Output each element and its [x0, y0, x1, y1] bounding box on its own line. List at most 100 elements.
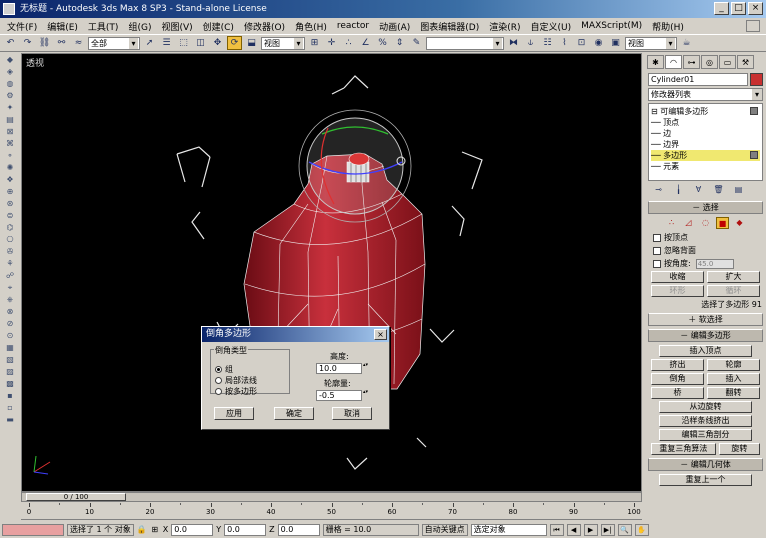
reactor-tool-15-icon[interactable]: ⌬ — [3, 223, 17, 232]
motion-tab-icon[interactable]: ◎ — [701, 55, 718, 69]
angle-snap-icon[interactable]: ∠ — [358, 36, 373, 50]
menu-create[interactable]: 创建(C) — [198, 20, 239, 33]
reactor-tool-7-icon[interactable]: ⊠ — [3, 127, 17, 136]
auto-key-button[interactable]: 自动关键点 — [421, 523, 468, 536]
material-editor-icon[interactable]: ◉ — [591, 36, 606, 50]
spinner-snap-icon[interactable]: ⇕ — [392, 36, 407, 50]
quick-render-icon[interactable]: ☕ — [679, 36, 694, 50]
vertex-level-icon[interactable]: ∴ — [665, 217, 678, 229]
reactor-tool-29-icon[interactable]: ▪ — [3, 391, 17, 400]
reactor-tool-13-icon[interactable]: ⊛ — [3, 199, 17, 208]
reactor-tool-1-icon[interactable]: ◆ — [3, 55, 17, 64]
grow-button[interactable]: 扩大 — [707, 271, 760, 283]
radio-local-normal-dot[interactable] — [215, 377, 222, 384]
undo-icon[interactable]: ↶ — [3, 36, 18, 50]
select-by-name-icon[interactable]: ☰ — [159, 36, 174, 50]
percent-snap-icon[interactable]: % — [375, 36, 390, 50]
stack-item-polygon[interactable]: ── 多边形 — [651, 150, 760, 161]
time-slider[interactable]: 0 / 100 — [21, 492, 642, 502]
curve-editor-icon[interactable]: ⌇ — [557, 36, 572, 50]
stack-item-edge[interactable]: ── 边 — [651, 128, 760, 139]
time-slider-thumb[interactable]: 0 / 100 — [26, 493, 126, 501]
edit-named-selection-icon[interactable]: ✎ — [409, 36, 424, 50]
retriangulate-button[interactable]: 重复三角算法 — [651, 443, 716, 455]
minimize-button[interactable]: _ — [714, 2, 729, 15]
select-object-icon[interactable]: ➚ — [142, 36, 157, 50]
snap-toggle-icon[interactable]: ∴ — [341, 36, 356, 50]
modify-tab-icon[interactable]: ◠ — [665, 55, 682, 69]
menu-character[interactable]: 角色(H) — [290, 20, 332, 33]
radio-by-polygon-dot[interactable] — [215, 388, 222, 395]
menu-group[interactable]: 组(G) — [123, 20, 156, 33]
menu-customize[interactable]: 自定义(U) — [526, 20, 577, 33]
zoom-icon[interactable]: 🔍 — [617, 523, 632, 536]
maxscript-listener-mini[interactable] — [2, 523, 64, 536]
y-coordinate-field[interactable]: 0.0 — [224, 523, 267, 536]
show-end-result-icon[interactable]: ╽ — [671, 185, 686, 197]
ring-button[interactable]: 环形 — [651, 285, 704, 297]
play-icon[interactable]: ▶ — [583, 523, 598, 536]
edit-geometry-rollout-header[interactable]: － 编辑几何体 — [648, 458, 763, 471]
select-scale-icon[interactable]: ⬓ — [244, 36, 259, 50]
soft-selection-rollout-header[interactable]: ＋ 软选择 — [648, 313, 763, 326]
menu-maxscript[interactable]: MAXScript(M) — [576, 21, 647, 31]
reactor-tool-26-icon[interactable]: ▧ — [3, 355, 17, 364]
render-scene-icon[interactable]: ▣ — [608, 36, 623, 50]
select-move-icon[interactable]: ✥ — [210, 36, 225, 50]
dialog-close-button[interactable]: × — [374, 329, 387, 340]
render-view-dropdown[interactable]: 视图 — [625, 36, 677, 50]
flip-button[interactable]: 翻转 — [707, 387, 760, 399]
reactor-tool-27-icon[interactable]: ▨ — [3, 367, 17, 376]
reactor-tool-19-icon[interactable]: ☍ — [3, 271, 17, 280]
reactor-tool-21-icon[interactable]: ⎈ — [3, 295, 17, 304]
schematic-view-icon[interactable]: ⊡ — [574, 36, 589, 50]
lock-selection-icon[interactable]: 🔒 — [137, 525, 147, 534]
pivot-center-icon[interactable]: ⊞ — [307, 36, 322, 50]
by-angle-box[interactable] — [653, 259, 661, 268]
edit-polygons-rollout-header[interactable]: － 编辑多边形 — [648, 329, 763, 342]
reactor-tool-25-icon[interactable]: ▦ — [3, 343, 17, 352]
selection-filter-dropdown[interactable]: 全部 — [88, 36, 140, 50]
key-filter-dropdown[interactable]: 选定对象 — [470, 523, 547, 536]
reactor-tool-24-icon[interactable]: ⊙ — [3, 331, 17, 340]
menu-file[interactable]: 文件(F) — [2, 20, 42, 33]
reference-coord-dropdown[interactable]: 视图 — [261, 36, 305, 50]
menu-modifiers[interactable]: 修改器(O) — [239, 20, 290, 33]
reactor-tool-4-icon[interactable]: ⚙ — [3, 91, 17, 100]
extrude-along-spline-button[interactable]: 沿样条线挤出 — [659, 415, 752, 427]
radio-group-dot[interactable] — [215, 366, 222, 373]
reactor-tool-22-icon[interactable]: ⊗ — [3, 307, 17, 316]
menu-help[interactable]: 帮助(H) — [647, 20, 689, 33]
reactor-tool-31-icon[interactable]: ▬ — [3, 415, 17, 424]
reactor-tool-20-icon[interactable]: ⌖ — [3, 283, 17, 292]
menu-rendering[interactable]: 渲染(R) — [484, 20, 525, 33]
stack-item-editable-poly[interactable]: ⊟ 可编辑多边形 — [651, 106, 760, 117]
inset-button[interactable]: 插入 — [707, 373, 760, 385]
extrude-button[interactable]: 挤出 — [651, 359, 704, 371]
pin-stack-icon[interactable]: ⊸ — [651, 185, 666, 197]
reactor-tool-10-icon[interactable]: ✺ — [3, 163, 17, 172]
hinge-from-edge-button[interactable]: 从边旋转 — [659, 401, 752, 413]
close-button[interactable]: × — [748, 2, 763, 15]
object-color-swatch[interactable] — [750, 73, 763, 86]
absolute-mode-icon[interactable]: ⊞ — [150, 525, 160, 534]
select-link-icon[interactable]: ⛓ — [37, 36, 52, 50]
outline-amount-spinner[interactable]: -0.5 — [316, 390, 370, 401]
hierarchy-tab-icon[interactable]: ⊶ — [683, 55, 700, 69]
display-tab-icon[interactable]: ▭ — [719, 55, 736, 69]
object-name-field[interactable]: Cylinder01 — [648, 73, 748, 86]
outline-button[interactable]: 轮廓 — [707, 359, 760, 371]
bevel-button[interactable]: 倒角 — [651, 373, 704, 385]
reactor-tool-8-icon[interactable]: ⌘ — [3, 139, 17, 148]
reactor-tool-5-icon[interactable]: ✦ — [3, 103, 17, 112]
dialog-title-bar[interactable]: 倒角多边形 × — [202, 327, 389, 342]
create-tab-icon[interactable]: ✱ — [647, 55, 664, 69]
height-spinner[interactable]: 10.0 — [316, 363, 370, 374]
radio-local-normal-option[interactable]: 局部法线 — [215, 375, 257, 386]
shrink-button[interactable]: 收缩 — [651, 271, 704, 283]
border-level-icon[interactable]: ◌ — [699, 217, 712, 229]
named-selection-dropdown[interactable] — [426, 36, 504, 50]
menu-tools[interactable]: 工具(T) — [83, 20, 124, 33]
menu-animation[interactable]: 动画(A) — [374, 20, 415, 33]
help-icon[interactable] — [746, 20, 760, 32]
